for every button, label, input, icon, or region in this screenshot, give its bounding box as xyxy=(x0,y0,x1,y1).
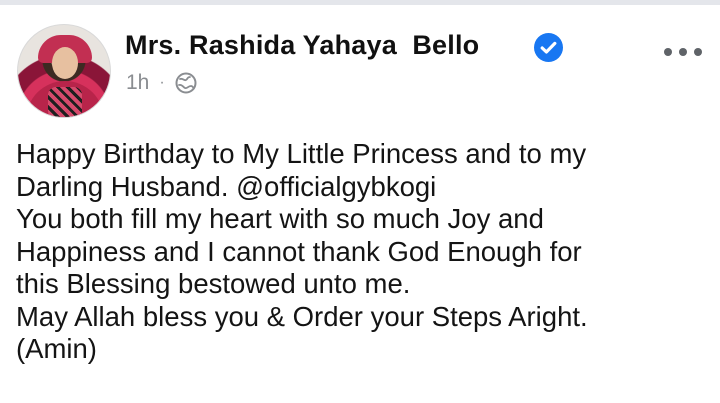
post-line: (Amin) xyxy=(16,333,97,364)
avatar-face xyxy=(52,47,78,79)
post-meta: 1h · xyxy=(126,70,197,96)
post-line: You both fill my heart with so much Joy … xyxy=(16,203,544,234)
more-options-icon xyxy=(679,48,687,56)
checkmark-icon xyxy=(540,41,557,54)
meta-separator: · xyxy=(159,74,165,91)
post-line: Happiness and I cannot thank God Enough … xyxy=(16,235,582,267)
verified-badge-icon xyxy=(534,33,563,62)
globe-icon[interactable] xyxy=(175,72,197,94)
more-options-icon xyxy=(664,48,672,56)
avatar[interactable] xyxy=(17,24,111,118)
post-line: Happy Birthday to My Little Princess and… xyxy=(16,138,587,169)
post-line: this Blessing bestowed unto me. xyxy=(16,268,411,299)
more-options-icon xyxy=(694,48,702,56)
post-text: Happy Birthday to My Little Princess and… xyxy=(16,138,706,366)
top-divider xyxy=(0,0,720,5)
post-time[interactable]: 1h xyxy=(126,71,149,95)
author-name[interactable]: Mrs. Rashida Yahaya Bello xyxy=(125,30,479,61)
more-options-button[interactable] xyxy=(664,42,702,62)
post-line: Darling Husband. @officialgybkogi xyxy=(16,170,437,202)
post-line: May Allah bless you & Order your Steps A… xyxy=(16,300,588,332)
avatar-pattern xyxy=(48,87,82,117)
